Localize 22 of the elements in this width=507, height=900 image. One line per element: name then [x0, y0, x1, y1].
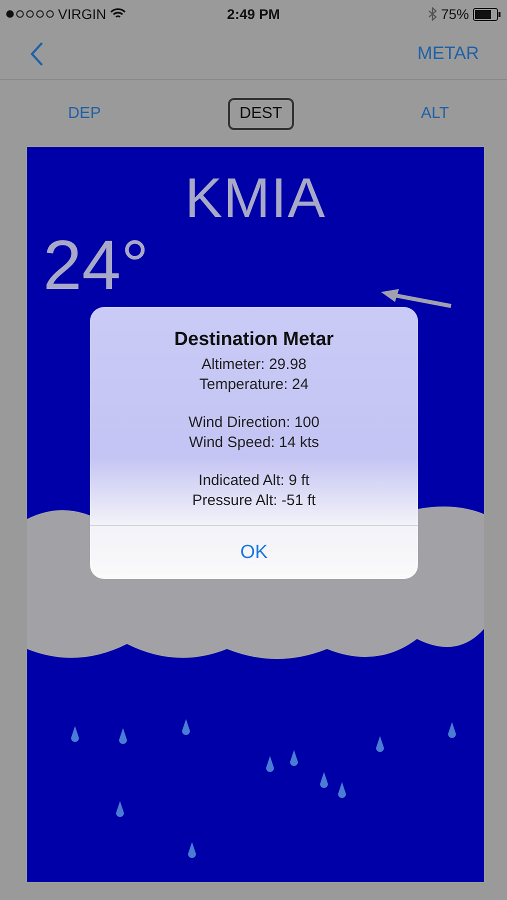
wind-arrow-icon [379, 289, 453, 309]
back-icon[interactable] [30, 42, 44, 66]
airport-tab[interactable]: DEP [56, 98, 113, 130]
metar-line: Altimeter: 29.98 [201, 355, 307, 375]
station-code: KMIA [185, 165, 326, 230]
status-time: 2:49 PM [227, 6, 280, 22]
metar-line: Temperature: 24 [199, 375, 309, 395]
battery-percent: 75% [440, 6, 469, 22]
carrier-name: VIRGIN [58, 6, 106, 22]
temperature-reading: 24° [43, 232, 149, 298]
dialog-title: Destination Metar [174, 329, 334, 351]
bluetooth-icon [428, 7, 437, 21]
airport-tab[interactable]: DEST [228, 98, 294, 130]
battery-icon [473, 8, 501, 20]
metar-line: Indicated Alt: 9 ft [198, 471, 310, 491]
signal-icon [6, 10, 54, 18]
metar-line: Wind Direction: 100 [188, 413, 320, 433]
metar-line: Wind Speed: 14 kts [188, 433, 320, 453]
metar-link[interactable]: METAR [417, 43, 479, 64]
wifi-icon [110, 8, 126, 20]
metar-line: Pressure Alt: -51 ft [192, 491, 316, 511]
airport-tab[interactable]: ALT [408, 98, 461, 130]
